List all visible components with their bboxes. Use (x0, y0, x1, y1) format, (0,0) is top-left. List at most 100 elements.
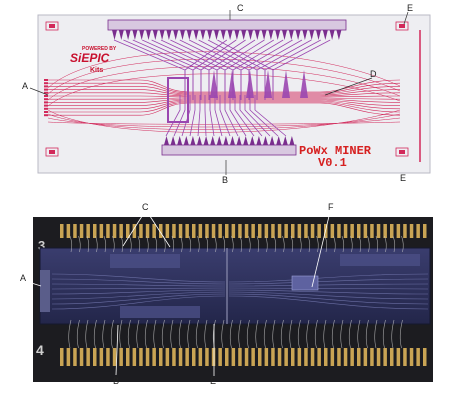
figure: POWERED BY SiEPIC Kits PoWx MINER V0.1 C… (0, 0, 449, 404)
callout-bottom-F: F (328, 202, 334, 212)
pcb-finger-top (172, 224, 176, 238)
grating-coupler (44, 111, 48, 113)
pcb-finger-bottom (139, 348, 143, 366)
pcb-finger-top (284, 224, 288, 238)
alignment-mark (399, 24, 405, 28)
grating-coupler (44, 79, 48, 81)
pcb-finger-bottom (178, 348, 183, 366)
pcb-finger-top (304, 224, 308, 238)
pcb-finger-bottom (119, 348, 123, 366)
pcb-finger-bottom (409, 348, 414, 366)
pcb-finger-top (396, 224, 401, 238)
pcb-finger-bottom (159, 348, 163, 366)
chip-layout-diagram: POWERED BY SiEPIC Kits PoWx MINER V0.1 (29, 10, 431, 175)
pcb-finger-bottom (152, 348, 156, 366)
pcb-finger-top (416, 224, 420, 238)
pcb-finger-bottom (277, 348, 282, 366)
pcb-finger-top (238, 224, 242, 238)
pcb-finger-bottom (60, 348, 64, 366)
pcb-finger-bottom (310, 348, 315, 366)
pcb-finger-top (178, 224, 183, 238)
pcb-finger-bottom (291, 348, 295, 366)
pcb-finger-top (264, 224, 269, 238)
pcb-finger-top (93, 224, 97, 238)
callout-top-D: D (370, 69, 377, 79)
alignment-mark (49, 24, 55, 28)
chip-pad-region (120, 306, 200, 318)
pcb-finger-bottom (350, 348, 354, 366)
pcb-finger-bottom (165, 348, 170, 366)
pcb-finger-bottom (205, 348, 209, 366)
pcb-finger-bottom (363, 348, 368, 366)
pcb-finger-top (271, 224, 275, 238)
callout-top-E: E (407, 3, 414, 13)
pcb-finger-top (409, 224, 414, 238)
pcb-finger-top (258, 224, 262, 238)
pcb-finger-bottom (73, 348, 77, 366)
pcb-finger-top (73, 224, 77, 238)
bottom-pad-bar (161, 144, 297, 156)
pcb-finger-bottom (396, 348, 401, 366)
fiber-array-left (40, 270, 50, 312)
callout-top-B: B (222, 175, 229, 185)
pcb-finger-bottom (126, 348, 130, 366)
pcb-finger-top (357, 224, 361, 238)
pcb-finger-bottom (112, 348, 117, 366)
pcb-finger-top (165, 224, 170, 238)
pcb-finger-top (330, 224, 335, 238)
pcb-finger-bottom (304, 348, 308, 366)
pcb-finger-top (310, 224, 315, 238)
pcb-finger-bottom (264, 348, 269, 366)
logo-kits: Kits (90, 67, 103, 74)
alignment-mark (399, 150, 405, 154)
pcb-finger-bottom (244, 348, 249, 366)
pcb-finger-top (126, 224, 130, 238)
pcb-finger-bottom (357, 348, 361, 366)
pcb-finger-bottom (86, 348, 90, 366)
pcb-finger-top (119, 224, 123, 238)
pcb-finger-bottom (330, 348, 335, 366)
pcb-finger-top (225, 224, 229, 238)
pcb-finger-top (423, 224, 427, 238)
pcb-finger-top (106, 224, 110, 238)
pcb-finger-top (218, 224, 222, 238)
pcb-finger-top (251, 224, 255, 238)
grating-coupler (44, 101, 48, 104)
callout-bottom-A: A (20, 273, 27, 283)
pcb-finger-bottom (225, 348, 229, 366)
pcb-finger-bottom (231, 348, 236, 366)
pcb-finger-top (198, 224, 203, 238)
pcb-finger-bottom (132, 348, 137, 366)
grating-coupler (44, 114, 48, 117)
pcb-finger-top (317, 224, 321, 238)
pcb-finger-top (152, 224, 156, 238)
callout-top-E2: E (400, 173, 407, 183)
pcb-finger-top (79, 224, 84, 238)
pcb-finger-bottom (337, 348, 341, 366)
alignment-mark (49, 150, 55, 154)
callout-bottom-E: E (210, 376, 217, 386)
pcb-finger-bottom (284, 348, 288, 366)
pcb-finger-bottom (423, 348, 427, 366)
pcb-finger-top (112, 224, 117, 238)
pcb-silkscreen: 4 (36, 342, 44, 358)
pcb-finger-top (185, 224, 189, 238)
pcb-finger-top (86, 224, 90, 238)
chip-pad-region (340, 254, 420, 266)
pcb-finger-bottom (376, 348, 381, 366)
grating-coupler (44, 107, 48, 110)
grating-coupler (44, 88, 48, 91)
pcb-finger-top (231, 224, 236, 238)
pcb-finger-bottom (297, 348, 302, 366)
pcb-finger-top (145, 224, 150, 238)
pcb-finger-bottom (106, 348, 110, 366)
pcb-finger-top (99, 224, 104, 238)
chip-pad-region (110, 254, 180, 268)
pcb-finger-bottom (383, 348, 387, 366)
pcb-finger-top (403, 224, 407, 238)
pcb-finger-top (363, 224, 368, 238)
pcb-finger-top (192, 224, 196, 238)
pcb-finger-bottom (145, 348, 150, 366)
pcb-finger-top (383, 224, 387, 238)
pcb-finger-bottom (343, 348, 348, 366)
